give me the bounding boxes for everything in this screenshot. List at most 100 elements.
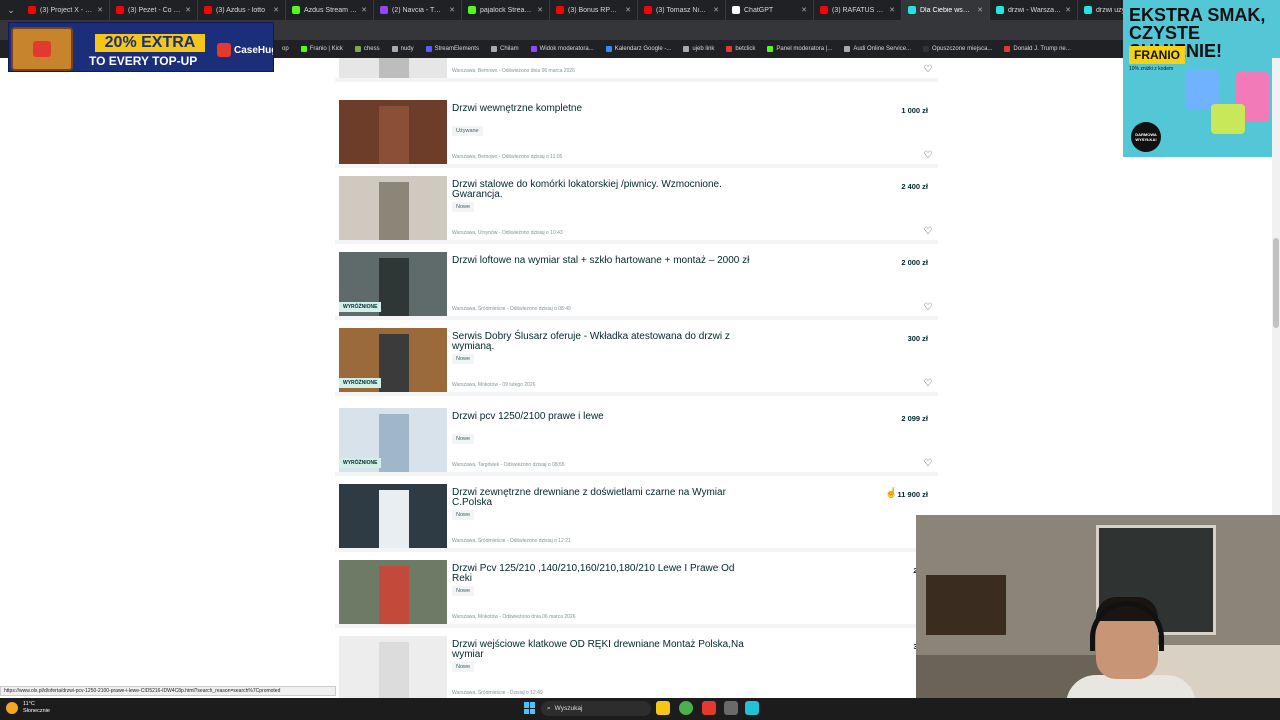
browser-tab[interactable]: (3) RAFATUS MISTI ✕ [814,0,902,20]
weather-condition: Słonecznie [23,708,50,714]
favorite-heart-icon[interactable]: ♡ [922,302,934,314]
listing-title[interactable]: Drzwi wewnętrzne kompletne [452,104,752,114]
listing-title[interactable]: Drzwi wejściowe klatkowe OD RĘKI drewnia… [452,640,752,660]
tab-favicon-icon [204,6,212,14]
listing-card[interactable]: WYRÓŻNIONE Drzwi pcv 1250/2100 prawe i le… [335,404,938,476]
bookmark-item[interactable]: Audi Online Service... [844,46,911,52]
tab-close-icon[interactable]: ✕ [801,6,807,14]
listing-card[interactable]: WYRÓŻNIONE Drzwi loftowe na wymiar stal +… [335,248,938,320]
bookmark-item[interactable]: StreamElements [425,46,479,52]
listing-card[interactable]: Drzwi stalowe do komórki lokatorskiej /p… [335,172,938,244]
listing-thumbnail[interactable] [339,176,447,240]
bookmark-item[interactable]: Panel moderatora |... [767,46,832,52]
listing-thumbnail[interactable] [339,58,447,78]
listing-thumbnail[interactable] [339,560,447,624]
listing-thumbnail[interactable]: WYRÓŻNIONE [339,408,447,472]
browser-tab[interactable]: drzwi - Warszawa ✕ [990,0,1078,20]
listing-title[interactable]: Drzwi Pcv 125/210 ,140/210,160/210,180/2… [452,564,752,584]
bookmark-item[interactable]: betclick [726,46,755,52]
bookmark-favicon-icon [354,46,361,52]
listing-title[interactable]: Drzwi loftowe na wymiar stal + szkło har… [452,256,752,266]
browser-tab[interactable]: pajalock Stream - W ✕ [462,0,550,20]
browser-tab[interactable]: (3) Project X - best ✕ [22,0,110,20]
bookmark-item[interactable]: Kalendarz Google -... [605,46,671,52]
listing-card[interactable]: Drzwi wejściowe klatkowe OD RĘKI drewnia… [335,632,938,698]
listing-thumbnail[interactable] [339,636,447,698]
listing-title[interactable]: Drzwi zewnętrzne drewniane z doświetlami… [452,488,752,508]
listing-title[interactable]: Drzwi pcv 1250/2100 prawe i lewe [452,412,752,422]
tab-close-icon[interactable]: ✕ [1065,6,1071,14]
browser-tab[interactable]: Azdus Stream - Wa ✕ [286,0,374,20]
notepad-icon[interactable] [745,701,759,715]
listing-thumbnail[interactable]: WYRÓŻNIONE [339,328,447,392]
windows-start-icon[interactable] [524,702,536,714]
tab-close-icon[interactable]: ✕ [625,6,631,14]
casehug-ad-banner[interactable]: 20% EXTRA TO EVERY TOP-UP CaseHug [8,22,274,72]
browser-tab[interactable]: ChatGPT ✕ [726,0,814,20]
browser-tab[interactable]: (3) Pezet - Co mam ✕ [110,0,198,20]
bookmark-item[interactable]: nudy [391,46,414,52]
status-bar-url: https://www.olx.pl/d/oferta/drzwi-pcv-12… [0,686,336,696]
tab-list: (3) Project X - best✕(3) Pezet - Co mam✕… [22,0,1166,20]
bookmark-item[interactable]: Opuszczone miejsca... [923,46,992,52]
bookmark-list: Franio | Kick chess nudy StreamElements Chil… [300,46,1071,52]
favorite-heart-icon[interactable]: ♡ [922,64,934,76]
condition-badge: Nowe [452,354,475,364]
tab-close-icon[interactable]: ✕ [185,6,191,14]
door-image [379,258,409,316]
tab-favicon-icon [468,6,476,14]
listing-card[interactable]: Drzwi wewnętrzne kompletne Używane Warszaw… [335,96,938,168]
chrome-icon[interactable] [679,701,693,715]
bookmark-item[interactable]: Donald J. Trump ne... [1004,46,1071,52]
tab-close-icon[interactable]: ✕ [889,6,895,14]
listing-thumbnail[interactable]: WYRÓŻNIONE [339,252,447,316]
browser-tab[interactable]: (3) Azdus - lotto ✕ [198,0,286,20]
tab-close-icon[interactable]: ✕ [713,6,719,14]
favorite-heart-icon[interactable]: ♡ [922,458,934,470]
listing-location: Warszawa, Śródmieście - Odświeżono dzisi… [452,538,571,544]
listing-card[interactable]: Drzwi zewnętrzne drewniane z doświetlami… [335,480,938,552]
bookmark-item[interactable]: Chilam [490,46,519,52]
franio-ad-banner[interactable]: EKSTRA SMAK, CZYSTE SUMIENIE! FRANIO 10%… [1123,0,1280,157]
condition-badge: Nowe [452,662,475,672]
weather-widget[interactable]: 11°C Słonecznie [6,701,50,715]
bookmark-prefix[interactable]: op [282,46,289,52]
listing-card[interactable]: Drzwi Pcv 125/210 ,140/210,160/210,180/2… [335,556,938,628]
tab-search-icon[interactable]: ⌄ [0,0,22,20]
door-image [379,58,409,78]
tab-title: (3) RAFATUS MISTI [832,6,885,14]
bookmark-item[interactable]: ujeb link [683,46,714,52]
listing-title[interactable]: Serwis Dobry Ślusarz oferuje - Wkładka a… [452,332,752,352]
bookmark-item[interactable]: Franio | Kick [300,46,343,52]
tab-close-icon[interactable]: ✕ [273,6,279,14]
tab-close-icon[interactable]: ✕ [361,6,367,14]
listing-thumbnail[interactable] [339,484,447,548]
listing-card[interactable]: Warszawa, Bemowo - Odświeżono dnia 06 ma… [335,58,938,82]
bookmark-label: Opuszczone miejsca... [932,46,993,52]
app-icon[interactable] [702,701,716,715]
listing-title[interactable]: Drzwi stalowe do komórki lokatorskiej /p… [452,180,752,200]
tab-close-icon[interactable]: ✕ [977,6,983,14]
bookmark-favicon-icon [683,46,690,52]
tab-close-icon[interactable]: ✕ [537,6,543,14]
browser-tab[interactable]: (2) Navcia - Twitch ✕ [374,0,462,20]
file-explorer-icon[interactable] [656,701,670,715]
listing-thumbnail[interactable] [339,100,447,164]
scrollbar-thumb[interactable] [1273,238,1279,328]
app-icon[interactable] [724,701,738,715]
taskbar-search-placeholder: Wyszukaj [554,705,583,712]
favorite-heart-icon[interactable]: ♡ [922,378,934,390]
weather-temperature: 11°C [23,701,35,707]
taskbar-search-input[interactable]: ⌕ Wyszukaj [541,701,651,716]
favorite-heart-icon[interactable]: ♡ [922,226,934,238]
favorite-heart-icon[interactable]: ♡ [922,150,934,162]
browser-tab[interactable]: (3) Bonus RPK - SK ✕ [550,0,638,20]
browser-tab[interactable]: (3) Tomasz Niecik ✕ [638,0,726,20]
tab-close-icon[interactable]: ✕ [449,6,455,14]
listing-card[interactable]: WYRÓŻNIONE Serwis Dobry Ślusarz oferuje -… [335,324,938,396]
tab-close-icon[interactable]: ✕ [97,6,103,14]
bookmark-item[interactable]: chess [354,46,380,52]
bookmark-label: betclick [735,46,756,52]
bookmark-item[interactable]: Widok moderatora... [530,46,594,52]
browser-tab[interactable]: Dla Ciebie wszystk ✕ [902,0,990,20]
